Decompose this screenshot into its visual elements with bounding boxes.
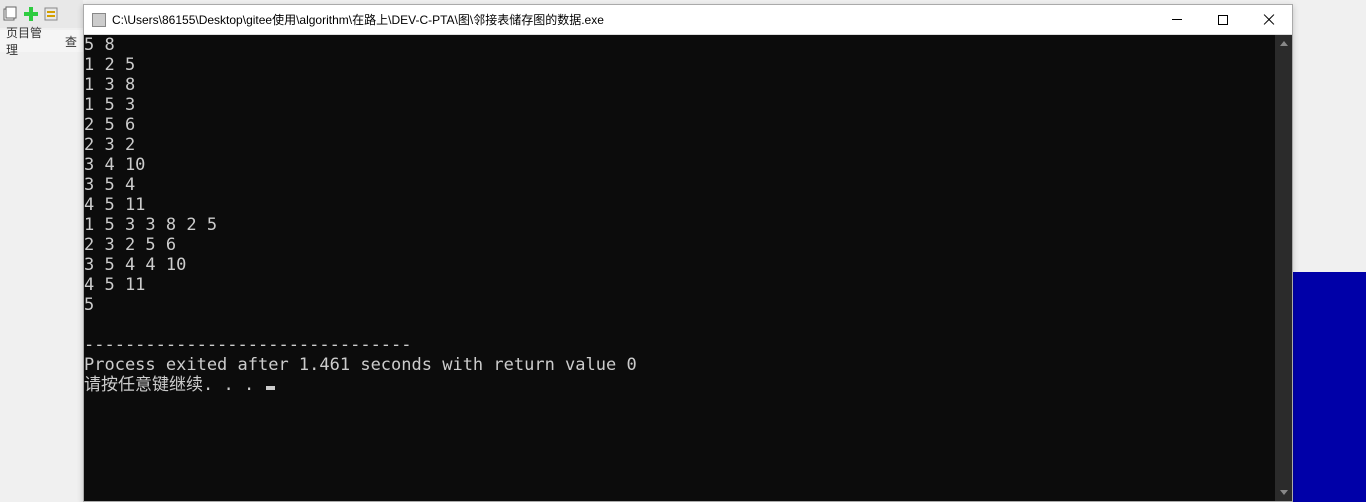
cursor-icon xyxy=(266,386,275,390)
console-line: 2 3 2 xyxy=(84,135,135,155)
ide-menubar: 页目管理 查 xyxy=(0,30,83,52)
console-window: C:\Users\86155\Desktop\gitee使用\algorithm… xyxy=(83,4,1293,502)
maximize-icon xyxy=(1218,15,1228,25)
toolbar-item-icon[interactable] xyxy=(2,5,20,23)
console-line: -------------------------------- xyxy=(84,335,412,355)
window-controls xyxy=(1154,5,1292,34)
minimize-button[interactable] xyxy=(1154,5,1200,34)
console-line: 4 5 11 xyxy=(84,195,145,215)
app-icon xyxy=(92,13,106,27)
console-line: 2 3 2 5 6 xyxy=(84,235,176,255)
console-line: 5 8 xyxy=(84,35,115,55)
console-line: 1 2 5 xyxy=(84,55,135,75)
minimize-icon xyxy=(1172,19,1182,20)
close-button[interactable] xyxy=(1246,5,1292,34)
scrollbar-up-button[interactable] xyxy=(1275,35,1292,52)
console-line: 4 5 11 xyxy=(84,275,145,295)
vertical-scrollbar[interactable] xyxy=(1275,35,1292,501)
menu-search[interactable]: 查 xyxy=(59,33,83,50)
console-line: 1 3 8 xyxy=(84,75,135,95)
console-line: 3 4 10 xyxy=(84,155,145,175)
console-line: 1 5 3 3 8 2 5 xyxy=(84,215,217,235)
chevron-down-icon xyxy=(1280,490,1288,495)
console-line: 5 xyxy=(84,295,94,315)
add-icon[interactable] xyxy=(22,5,40,23)
chevron-up-icon xyxy=(1280,41,1288,46)
maximize-button[interactable] xyxy=(1200,5,1246,34)
close-icon xyxy=(1263,14,1275,26)
console-prompt: 请按任意键继续. . . xyxy=(84,375,264,395)
menu-project-manage[interactable]: 页目管理 xyxy=(0,24,59,58)
console-line: 2 5 6 xyxy=(84,115,135,135)
console-output[interactable]: 5 8 1 2 5 1 3 8 1 5 3 2 5 6 2 3 2 3 4 10… xyxy=(84,35,1275,501)
right-blue-panel xyxy=(1292,272,1366,502)
window-title: C:\Users\86155\Desktop\gitee使用\algorithm… xyxy=(112,11,1154,28)
console-line: 1 5 3 xyxy=(84,95,135,115)
scrollbar-down-button[interactable] xyxy=(1275,484,1292,501)
console-body: 5 8 1 2 5 1 3 8 1 5 3 2 5 6 2 3 2 3 4 10… xyxy=(84,35,1292,501)
console-line: 3 5 4 4 10 xyxy=(84,255,186,275)
console-line: 3 5 4 xyxy=(84,175,135,195)
toolbar-item-2-icon[interactable] xyxy=(42,5,60,23)
titlebar[interactable]: C:\Users\86155\Desktop\gitee使用\algorithm… xyxy=(84,5,1292,35)
console-line: Process exited after 1.461 seconds with … xyxy=(84,355,637,375)
